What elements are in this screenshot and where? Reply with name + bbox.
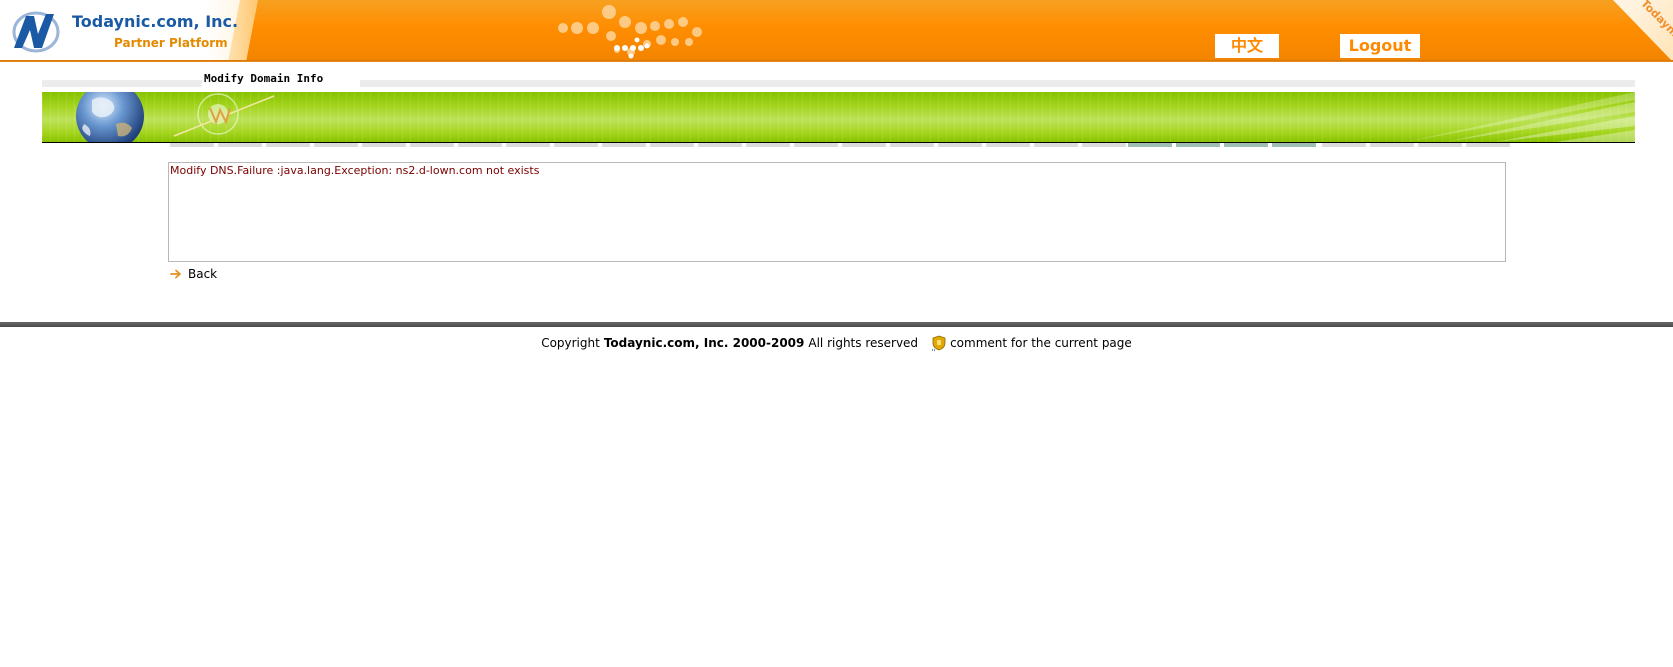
page: Todaynic.com, Inc. Partner Platform 中文 L… (0, 0, 1673, 667)
header-bottom-line (0, 60, 1673, 62)
logout-button[interactable]: Logout (1340, 34, 1420, 58)
back-link[interactable]: Back (170, 266, 217, 282)
banner-grid-pattern (42, 92, 1635, 142)
progress-segments-accent (1128, 143, 1320, 147)
copyright-reserved: All rights reserved (808, 336, 919, 350)
globe-icon (76, 92, 144, 142)
banner-rays-decoration (1405, 92, 1635, 142)
comment-link-label: comment for the current page (950, 336, 1132, 350)
company-name: Todaynic.com, Inc. (72, 12, 239, 31)
back-link-label: Back (188, 267, 218, 281)
footer-divider (0, 322, 1673, 327)
dots-arrow-icon (558, 5, 702, 59)
top-header: Todaynic.com, Inc. Partner Platform 中文 L… (0, 0, 1673, 62)
copyright-company: Todaynic.com, Inc. 2000-2009 (603, 336, 805, 350)
arrow-right-icon (170, 269, 181, 279)
corner-ribbon: Todaynic (1613, 0, 1673, 62)
sparkle-icon (173, 93, 275, 137)
comment-link[interactable]: comment for the current page (930, 334, 1132, 352)
title-strip-left (42, 80, 202, 87)
error-message: Modify DNS.Failure :java.lang.Exception:… (170, 164, 540, 177)
platform-name: Partner Platform (114, 36, 228, 50)
comment-icon (932, 335, 946, 351)
footer: Copyright Todaynic.com, Inc. 2000-2009 A… (0, 334, 1673, 352)
message-box: Modify DNS.Failure :java.lang.Exception:… (168, 162, 1506, 262)
chinese-language-button[interactable]: 中文 (1215, 34, 1279, 58)
todaynic-logo-icon (12, 11, 60, 53)
title-strip-right (360, 80, 1635, 87)
page-title: Modify Domain Info (204, 72, 324, 85)
copyright-prefix: Copyright (541, 336, 600, 350)
corner-ribbon-text: Todaynic (1638, 0, 1673, 45)
green-banner (42, 92, 1635, 142)
